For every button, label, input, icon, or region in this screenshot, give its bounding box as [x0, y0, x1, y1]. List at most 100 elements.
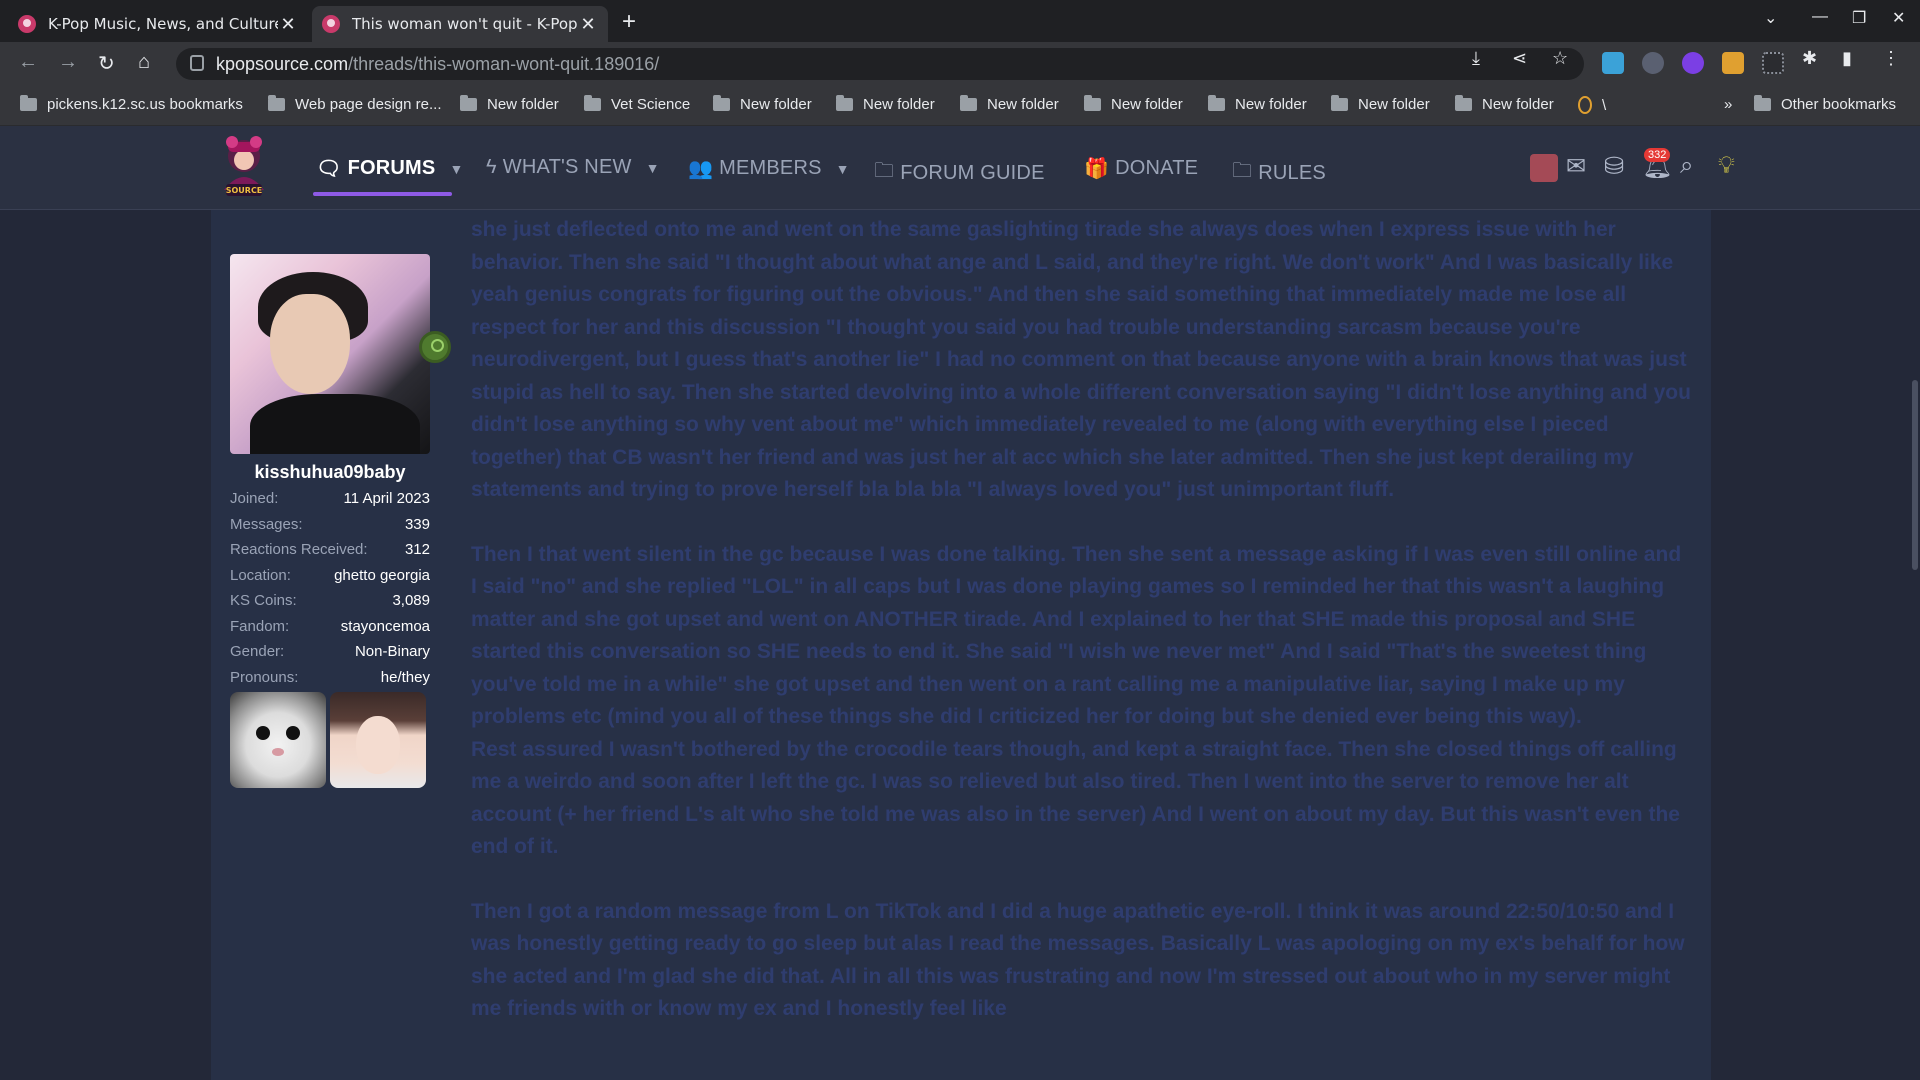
forward-arrow-icon[interactable]: →: [58, 51, 78, 74]
other-bookmarks-folder[interactable]: Other bookmarks: [1754, 95, 1897, 113]
close-tab-icon[interactable]: ✕: [278, 14, 298, 35]
site-info-icon[interactable]: [190, 55, 204, 71]
inbox-envelope-icon[interactable]: ✉: [1566, 152, 1586, 181]
install-download-icon[interactable]: ⤓: [1472, 48, 1480, 69]
bookmark-folder[interactable]: New folder: [1455, 95, 1554, 113]
bookmark-folder[interactable]: Web page design re...: [268, 95, 442, 113]
nav-donate[interactable]: 🎁 DONATE: [1084, 156, 1198, 181]
stat-label: Messages:: [230, 515, 303, 533]
bookmark-folder[interactable]: New folder: [1208, 95, 1307, 113]
chevron-down-icon[interactable]: ▼: [836, 161, 850, 177]
post-username[interactable]: kisshuhua09baby: [230, 462, 430, 483]
new-tab-plus-icon[interactable]: +: [622, 8, 636, 36]
menu-kebab-icon[interactable]: ⋮: [1882, 48, 1900, 69]
bookmark-folder[interactable]: New folder: [713, 95, 812, 113]
bookmark-label: Web page design re...: [295, 96, 442, 113]
side-panel-icon[interactable]: ▮: [1842, 48, 1852, 69]
nav-members[interactable]: 👥 MEMBERS ▼: [688, 156, 850, 181]
chat-bubbles-icon: 🗨: [316, 158, 342, 180]
tab-thread[interactable]: This woman won't quit - K-Pop M ✕: [312, 6, 608, 42]
alerts-count-badge: 332: [1644, 148, 1671, 162]
users-icon: 👥: [688, 158, 714, 180]
chevron-down-icon[interactable]: ▼: [449, 161, 463, 177]
nav-whats-new[interactable]: ϟ WHAT'S NEW ▼: [486, 156, 660, 179]
bookmarks-list-icon: [20, 95, 37, 111]
address-bar[interactable]: kpopsource.com/threads/this-woman-wont-q…: [176, 48, 1584, 80]
extension-k-icon[interactable]: [1682, 52, 1704, 74]
page-scrollbar[interactable]: [1912, 380, 1918, 570]
close-window-icon[interactable]: ✕: [1892, 8, 1905, 28]
stat-ks-coins: KS Coins: 3,089: [230, 592, 430, 618]
stat-pronouns: Pronouns: he/they: [230, 669, 430, 695]
bolt-icon: ϟ: [486, 156, 497, 178]
bookmark-folder[interactable]: New folder: [960, 95, 1059, 113]
share-icon[interactable]: ⋖: [1512, 48, 1527, 69]
extensions-puzzle-icon[interactable]: ✱: [1802, 48, 1817, 69]
extension-bug-icon[interactable]: [1642, 52, 1664, 74]
back-arrow-icon[interactable]: ←: [18, 51, 38, 74]
reload-icon[interactable]: ↻: [98, 51, 115, 76]
folder-icon: [1331, 95, 1348, 111]
post-paragraph: she just deflected onto me and went on t…: [471, 218, 1691, 501]
close-tab-icon[interactable]: ✕: [578, 14, 598, 35]
nav-rules-label: RULES: [1258, 161, 1326, 184]
nav-rules[interactable]: 🗀 RULES: [1232, 156, 1326, 190]
nav-forums[interactable]: 🗨 FORUMS ▼: [316, 156, 464, 181]
online-status-icon: [419, 331, 451, 363]
stat-label: Location:: [230, 566, 291, 584]
chevron-down-icon[interactable]: ▼: [646, 160, 660, 176]
post-body: she just deflected onto me and went on t…: [471, 214, 1691, 1058]
bookmark-folder[interactable]: pickens.k12.sc.us bookmarks: [20, 95, 243, 113]
stat-value[interactable]: 339: [405, 516, 430, 542]
bookmark-folder[interactable]: New folder: [460, 95, 559, 113]
nav-whats-new-label: WHAT'S NEW: [502, 156, 632, 178]
tab-kpop-home[interactable]: K-Pop Music, News, and Culture ✕: [8, 6, 308, 42]
minimize-icon[interactable]: —: [1812, 8, 1828, 26]
extension-qr-icon[interactable]: [1762, 52, 1784, 74]
bitcoin-icon: [1578, 96, 1592, 114]
bookmark-label: New folder: [1358, 96, 1430, 113]
stat-value[interactable]: ghetto georgia: [334, 567, 430, 593]
bookmark-folder[interactable]: New folder: [1084, 95, 1183, 113]
user-avatar[interactable]: [1530, 154, 1558, 182]
stat-fandom: Fandom: stayoncemoa: [230, 618, 430, 644]
browser-tab-strip: K-Pop Music, News, and Culture ✕ This wo…: [0, 0, 1920, 42]
stat-value: he/they: [380, 668, 430, 686]
tab-title: K-Pop Music, News, and Culture: [48, 15, 278, 33]
bookmark-label: New folder: [1235, 96, 1307, 113]
folder-icon: [836, 95, 853, 111]
more-bookmarks-chevron-icon[interactable]: »: [1724, 96, 1732, 113]
extension-photo-icon[interactable]: [1722, 52, 1744, 74]
bookmark-label: New folder: [1482, 96, 1554, 113]
stat-value: stayoncemoa: [340, 617, 430, 635]
bookmark-star-icon[interactable]: ☆: [1552, 48, 1568, 69]
extension-cloud-icon[interactable]: [1602, 52, 1624, 74]
search-icon[interactable]: ⌕: [1680, 152, 1693, 180]
stat-label: Reactions Received:: [230, 541, 368, 558]
stat-gender: Gender: Non-Binary: [230, 643, 430, 669]
nav-donate-label: DONATE: [1115, 157, 1199, 179]
home-icon[interactable]: ⌂: [138, 51, 150, 74]
bookmark-item[interactable]: \: [1578, 96, 1606, 114]
stat-value: 3,089: [392, 592, 430, 609]
folder-icon: [960, 95, 977, 111]
tab-search-chevron-icon[interactable]: ⌄: [1764, 8, 1777, 28]
coins-wallet-icon[interactable]: ⛁: [1604, 152, 1624, 181]
site-favicon-icon: [18, 15, 36, 33]
lightbulb-style-icon[interactable]: 💡︎: [1718, 152, 1735, 180]
folder-icon: [713, 95, 730, 111]
restore-icon[interactable]: ❐: [1852, 8, 1866, 28]
more-bookmarks-label: »: [1724, 96, 1733, 113]
post-paragraph: Then I got a random message from L on Ti…: [471, 899, 1685, 1021]
active-nav-underline: [313, 192, 452, 196]
bookmarks-bar: pickens.k12.sc.us bookmarks Web page des…: [0, 86, 1920, 126]
bookmark-folder[interactable]: Vet Science: [584, 95, 690, 113]
user-avatar-large[interactable]: [230, 254, 430, 454]
bookmark-folder[interactable]: New folder: [1331, 95, 1430, 113]
site-logo[interactable]: SOURCE: [214, 134, 274, 200]
stat-label: Pronouns:: [230, 668, 299, 686]
nav-forum-guide[interactable]: 🗀 FORUM GUIDE: [874, 156, 1045, 190]
bookmark-label: Other bookmarks: [1781, 96, 1897, 113]
bookmark-folder[interactable]: New folder: [836, 95, 935, 113]
bookmark-label: New folder: [1111, 96, 1183, 113]
